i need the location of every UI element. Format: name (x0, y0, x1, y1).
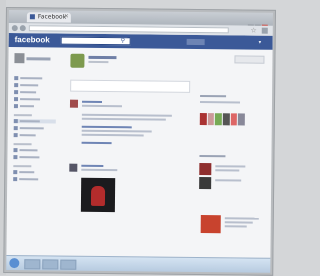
feed-story (69, 163, 190, 225)
sidebar-item[interactable] (13, 177, 55, 182)
sidebar-item-active[interactable] (13, 119, 56, 124)
suggestion-text (215, 165, 246, 168)
story-actions[interactable] (81, 141, 112, 145)
facebook-favicon-icon (29, 14, 35, 20)
sponsored-text (224, 217, 259, 220)
friends-icon (14, 97, 19, 102)
right-section-heading (200, 95, 227, 98)
story-photo[interactable] (80, 177, 116, 213)
group-icon (13, 119, 18, 124)
profile-name[interactable] (88, 55, 117, 60)
facebook-page: facebook ⚲ ▾ (6, 33, 273, 259)
news-feed-icon (14, 76, 19, 81)
forward-icon[interactable] (19, 25, 26, 32)
taskbar-item[interactable] (60, 259, 77, 270)
app-icon (13, 148, 18, 153)
messages-icon (14, 83, 19, 88)
profile-link[interactable] (186, 38, 205, 46)
story-author-link[interactable] (82, 100, 103, 104)
right-section-text (200, 101, 241, 104)
suggestion-thumbnail[interactable] (199, 177, 212, 190)
sidebar-section-heading (13, 114, 32, 117)
photos-icon (13, 104, 18, 109)
privacy-icon[interactable]: ▾ (259, 40, 262, 46)
sidebar-item[interactable] (13, 148, 55, 153)
events-icon (14, 90, 19, 95)
sidebar-item[interactable] (13, 104, 56, 109)
tab-title: Facebook (37, 13, 67, 21)
sidebar-username (26, 57, 51, 61)
start-button[interactable] (9, 258, 20, 269)
sidebar-section-heading (13, 143, 32, 146)
tab-close-icon[interactable]: × (64, 13, 69, 20)
sidebar-item[interactable] (13, 170, 55, 175)
story-text (81, 117, 166, 121)
facebook-top-bar: facebook ⚲ ▾ (8, 33, 273, 50)
sidebar-item[interactable] (14, 97, 56, 102)
browser-tab[interactable]: Facebook × (26, 12, 71, 23)
sidebar-item[interactable] (13, 155, 55, 160)
profile-picture[interactable] (70, 53, 85, 68)
story-author-link[interactable] (81, 164, 104, 168)
sidebar-item[interactable] (14, 90, 56, 95)
sponsored-image[interactable] (200, 215, 221, 234)
url-input[interactable] (28, 25, 229, 34)
story-text (81, 168, 118, 172)
back-icon[interactable] (11, 25, 18, 32)
monitor-screen: Facebook × ☆ facebook ⚲ ▾ (3, 7, 276, 276)
sidebar-item[interactable] (13, 133, 56, 138)
story-text (81, 104, 122, 108)
bookmark-star-icon[interactable]: ☆ (250, 27, 256, 35)
news-feed (69, 53, 191, 225)
photo-strip[interactable] (199, 113, 246, 126)
avatar[interactable] (69, 163, 78, 172)
window-controls (247, 16, 269, 31)
photo-figure (90, 185, 106, 207)
sidebar-item[interactable] (14, 76, 56, 81)
left-sidebar (13, 53, 56, 184)
story-link[interactable] (81, 125, 132, 129)
feed-story (69, 99, 190, 161)
facebook-logo[interactable]: facebook (15, 35, 50, 44)
avatar[interactable] (69, 99, 79, 108)
sidebar-nav (13, 76, 56, 182)
taskbar (6, 255, 271, 273)
browser-menu-icon[interactable] (261, 27, 268, 34)
sidebar-section-heading (13, 165, 32, 168)
right-section-heading (199, 155, 226, 158)
app-icon (13, 177, 18, 182)
right-column-button[interactable] (234, 55, 265, 64)
group-icon (13, 126, 18, 131)
search-icon[interactable]: ⚲ (121, 37, 125, 44)
right-column (199, 55, 267, 234)
suggestion-text (215, 179, 242, 182)
taskbar-item[interactable] (42, 259, 59, 270)
group-icon (13, 133, 18, 138)
sidebar-item[interactable] (14, 83, 56, 88)
profile-subtitle (88, 60, 109, 64)
sponsored-text (224, 221, 253, 224)
suggestion-thumbnail[interactable] (199, 163, 212, 176)
sponsored-text (224, 225, 247, 228)
status-input[interactable] (70, 79, 191, 93)
sidebar-item[interactable] (13, 126, 56, 131)
feed-header (70, 53, 190, 71)
story-text (81, 133, 144, 137)
story-text (81, 113, 172, 117)
sidebar-profile[interactable] (14, 53, 56, 72)
suggestion-text (215, 169, 240, 172)
taskbar-item[interactable] (24, 259, 41, 270)
app-icon (13, 170, 18, 175)
avatar (14, 53, 25, 64)
app-icon (13, 155, 18, 160)
story-text (81, 129, 152, 133)
